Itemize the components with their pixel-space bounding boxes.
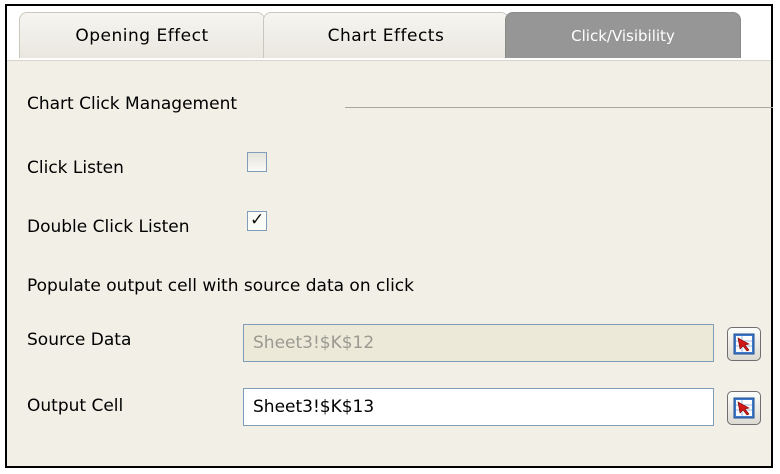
tab-chart-effects[interactable]: Chart Effects [263, 12, 509, 58]
section-divider [345, 107, 773, 108]
tab-click-visibility[interactable]: Click/Visibility [505, 12, 741, 58]
double-click-listen-checkbox[interactable]: ✓ [247, 210, 267, 231]
populate-output-label: Populate output cell with source data on… [27, 276, 414, 296]
checkmark-icon: ✓ [250, 210, 265, 230]
output-cell-label: Output Cell [27, 396, 124, 416]
source-data-field[interactable]: Sheet3!$K$12 [243, 324, 714, 362]
settings-panel: Opening Effect Chart Effects Click/Visib… [5, 4, 773, 468]
section-title: Chart Click Management [27, 94, 238, 114]
tab-opening-effect[interactable]: Opening Effect [19, 12, 265, 58]
click-listen-label: Click Listen [27, 158, 124, 178]
source-data-label: Source Data [27, 330, 132, 350]
output-cell-field[interactable]: Sheet3!$K$13 [243, 388, 714, 426]
source-range-picker-button[interactable] [727, 327, 761, 361]
output-range-picker-button[interactable] [727, 391, 761, 425]
tab-strip: Opening Effect Chart Effects Click/Visib… [7, 6, 771, 61]
cell-range-picker-icon [733, 397, 755, 419]
double-click-listen-label: Double Click Listen [27, 217, 190, 237]
click-listen-checkbox[interactable] [247, 152, 267, 172]
cell-range-picker-icon [733, 333, 755, 355]
